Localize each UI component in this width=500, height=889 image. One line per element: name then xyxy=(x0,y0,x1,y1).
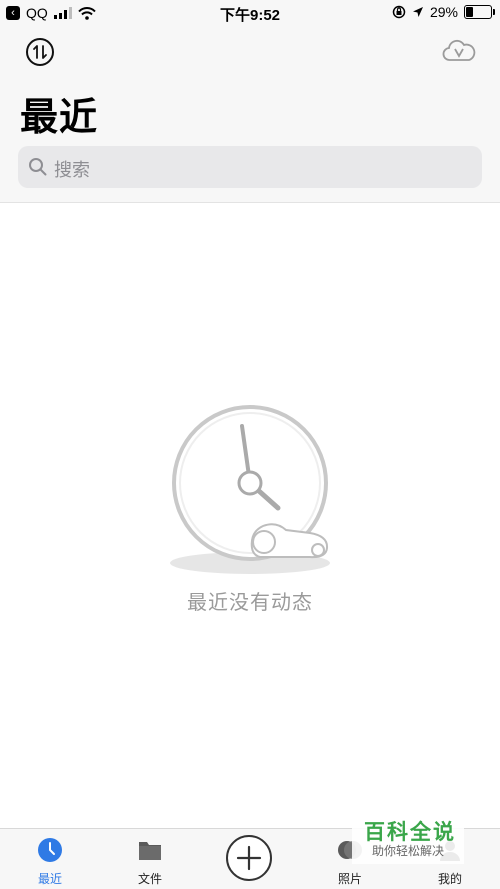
tab-photos-label: 照片 xyxy=(337,872,362,886)
search-placeholder: 搜索 xyxy=(54,160,90,181)
empty-clock-illustration xyxy=(170,405,330,574)
empty-state: 最近没有动态 xyxy=(0,400,500,620)
tab-files[interactable]: 文件 xyxy=(120,837,180,887)
tab-profile-label: 我的 xyxy=(437,872,462,886)
folder-icon xyxy=(139,842,161,860)
search-input[interactable]: 搜索 xyxy=(18,146,482,188)
sort-toggle-icon[interactable] xyxy=(25,37,55,67)
battery-icon xyxy=(464,5,495,19)
watermark-subtitle: 助你轻松解决 xyxy=(372,844,445,858)
tab-files-label: 文件 xyxy=(137,872,162,886)
page-title: 最近 xyxy=(20,95,99,139)
status-right: 29% xyxy=(392,4,495,20)
status-bar: ‹ QQ 下午9:52 29% xyxy=(0,0,500,26)
add-button[interactable] xyxy=(225,834,273,882)
location-arrow-icon xyxy=(412,7,423,17)
empty-state-message: 最近没有动态 xyxy=(187,590,313,614)
cloud-vip-icon[interactable] xyxy=(442,38,476,64)
watermark-logo: 百科全说 助你轻松解决 xyxy=(352,812,464,864)
rotation-lock-icon xyxy=(392,5,406,19)
clock-icon xyxy=(38,838,62,862)
search-icon xyxy=(29,158,47,176)
battery-percent: 29% xyxy=(429,4,458,20)
page-header: 最近 搜索 xyxy=(0,26,500,203)
tab-recent-label: 最近 xyxy=(37,872,62,886)
tab-recent[interactable]: 最近 xyxy=(20,837,80,887)
